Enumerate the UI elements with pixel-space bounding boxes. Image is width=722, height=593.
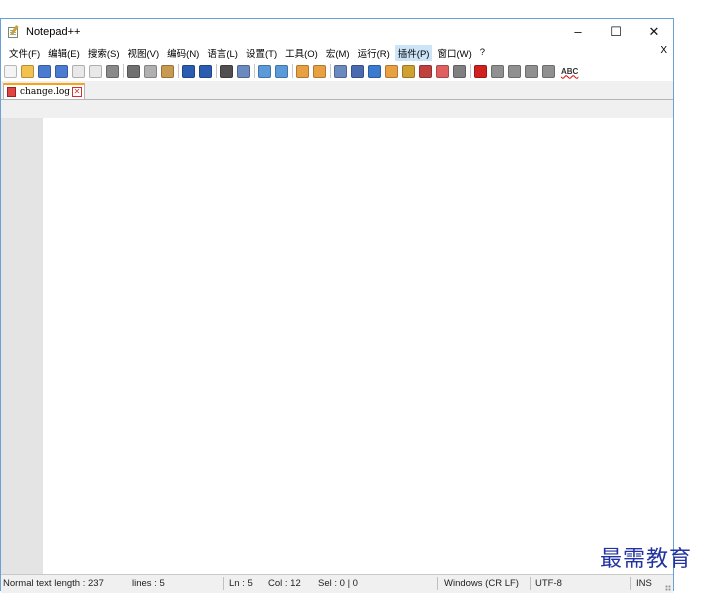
menu-tools[interactable]: 工具(O) — [282, 45, 321, 61]
toolbar-separator — [216, 64, 217, 78]
notepad-app-icon — [7, 25, 20, 38]
status-eol: Windows (CR LF) — [444, 578, 519, 589]
toolbar-separator — [178, 64, 179, 78]
status-insert-mode: INS — [636, 578, 652, 589]
tab-label: change.log — [20, 87, 71, 97]
zoom-in-icon[interactable] — [258, 64, 271, 78]
record-macro-icon[interactable] — [474, 64, 487, 78]
tab-bar: change.log ✕ — [1, 81, 673, 100]
status-bar: Normal text length : 237 lines : 5 Ln : … — [1, 574, 673, 593]
minimize-button[interactable]: – — [559, 19, 597, 44]
open-folder-icon[interactable] — [21, 64, 34, 78]
menu-run[interactable]: 运行(R) — [355, 45, 393, 61]
sync-horizontal-icon[interactable] — [313, 64, 326, 78]
text-editor[interactable] — [1, 118, 673, 574]
paste-icon[interactable] — [161, 64, 174, 78]
menu-bar: 文件(F) 编辑(E) 搜索(S) 视图(V) 编码(N) 语言(L) 设置(T… — [1, 44, 673, 61]
toolbar-separator — [254, 64, 255, 78]
menu-view[interactable]: 视图(V) — [124, 45, 162, 61]
title-bar[interactable]: Notepad++ – ☐ ✕ — [1, 19, 673, 44]
line-number-gutter[interactable] — [1, 118, 43, 574]
maximize-button[interactable]: ☐ — [597, 19, 635, 44]
menu-search[interactable]: 搜索(S) — [85, 45, 123, 61]
menu-file[interactable]: 文件(F) — [6, 45, 43, 61]
tab-change-log[interactable]: change.log ✕ — [3, 83, 86, 99]
stop-macro-icon[interactable] — [491, 64, 504, 78]
status-separator — [630, 577, 631, 590]
save-all-icon[interactable] — [55, 64, 68, 78]
word-wrap-icon[interactable] — [334, 64, 347, 78]
status-separator — [437, 577, 438, 590]
window-title: Notepad++ — [26, 25, 81, 38]
function-list-icon[interactable] — [402, 64, 415, 78]
indent-guide-icon[interactable] — [368, 64, 381, 78]
toolbar-separator — [330, 64, 331, 78]
status-separator — [530, 577, 531, 590]
show-all-chars-icon[interactable] — [351, 64, 364, 78]
eye-icon[interactable] — [453, 64, 466, 78]
monitor-icon[interactable] — [436, 64, 449, 78]
menu-settings[interactable]: 设置(T) — [243, 45, 280, 61]
sync-vertical-icon[interactable] — [296, 64, 309, 78]
close-all-icon[interactable] — [89, 64, 102, 78]
folder-workspace-icon[interactable] — [419, 64, 432, 78]
run-macro-multiple-icon[interactable] — [525, 64, 538, 78]
status-selection: Sel : 0 | 0 — [318, 578, 358, 589]
status-separator — [223, 577, 224, 590]
close-file-icon[interactable] — [72, 64, 85, 78]
toolbar-separator — [470, 64, 471, 78]
menu-encoding[interactable]: 编码(N) — [164, 45, 202, 61]
close-document-button[interactable]: X — [660, 45, 667, 56]
file-modified-icon — [7, 87, 16, 97]
menu-language[interactable]: 语言(L) — [204, 45, 241, 61]
doc-map-icon[interactable] — [385, 64, 398, 78]
window-controls: – ☐ ✕ — [559, 19, 673, 44]
new-file-icon[interactable] — [4, 64, 17, 78]
toolbar-separator — [123, 64, 124, 78]
find-icon[interactable] — [220, 64, 233, 78]
toolbar: ABC — [1, 61, 673, 81]
print-icon[interactable] — [106, 64, 119, 78]
menu-plugins[interactable]: 插件(P) — [394, 44, 433, 61]
tab-close-icon[interactable]: ✕ — [72, 87, 83, 97]
zoom-out-icon[interactable] — [275, 64, 288, 78]
spellcheck-icon[interactable]: ABC — [561, 67, 578, 76]
save-macro-icon[interactable] — [542, 64, 555, 78]
play-macro-icon[interactable] — [508, 64, 521, 78]
toolbar-separator — [292, 64, 293, 78]
cut-icon[interactable] — [127, 64, 140, 78]
menu-macro[interactable]: 宏(M) — [323, 45, 353, 61]
undo-icon[interactable] — [182, 64, 195, 78]
status-lines: lines : 5 — [132, 578, 165, 589]
save-icon[interactable] — [38, 64, 51, 78]
menu-edit[interactable]: 编辑(E) — [45, 45, 83, 61]
status-column: Col : 12 — [268, 578, 301, 589]
status-line-number: Ln : 5 — [229, 578, 253, 589]
menu-help[interactable]: ? — [477, 46, 488, 59]
notepad-window: Notepad++ – ☐ ✕ 文件(F) 编辑(E) 搜索(S) 视图(V) … — [0, 18, 674, 593]
redo-icon[interactable] — [199, 64, 212, 78]
resize-grip[interactable] — [665, 585, 671, 591]
status-length: Normal text length : 237 — [3, 578, 104, 589]
menu-window[interactable]: 窗口(W) — [434, 45, 474, 61]
status-encoding: UTF-8 — [535, 578, 562, 589]
close-window-button[interactable]: ✕ — [635, 19, 673, 44]
replace-icon[interactable] — [237, 64, 250, 78]
watermark-text: 最需教育 — [600, 547, 693, 572]
copy-icon[interactable] — [144, 64, 157, 78]
